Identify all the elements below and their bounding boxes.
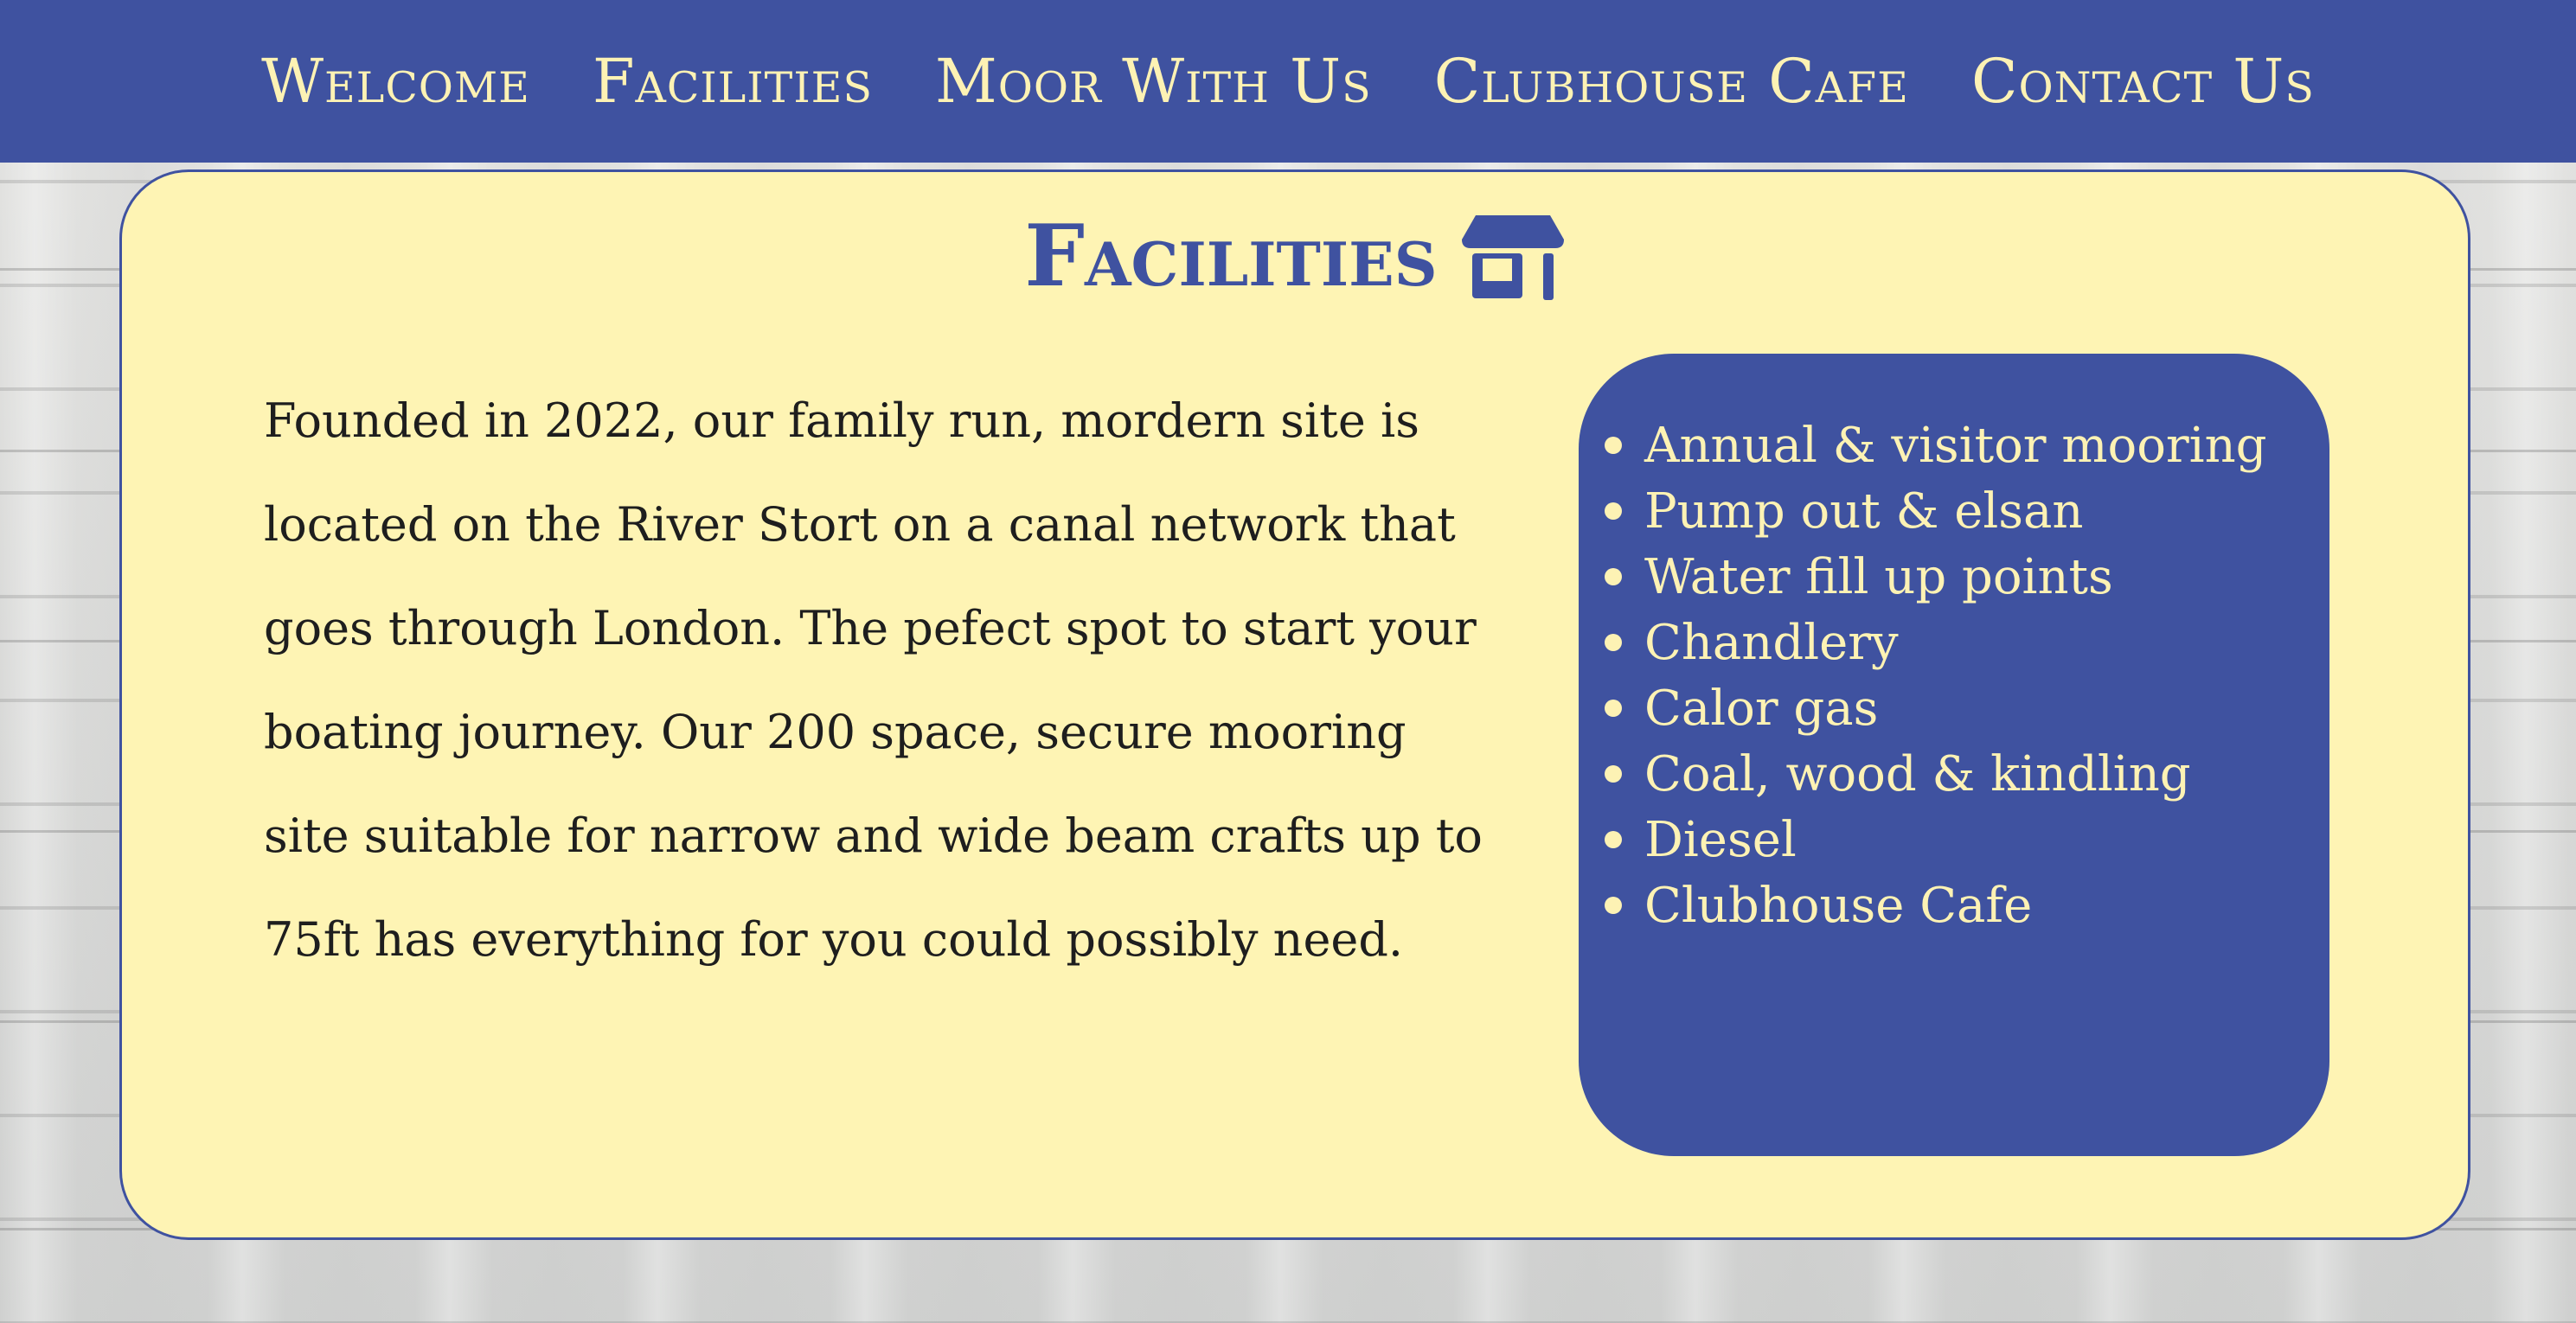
list-item-label: Diesel — [1644, 811, 1797, 868]
facilities-list-box: Annual & visitor mooring Pump out & elsa… — [1579, 354, 2329, 1156]
nav-link-clubhouse-cafe[interactable]: Clubhouse Cafe — [1434, 51, 1909, 112]
list-item: Water fill up points — [1605, 544, 2304, 610]
list-item-label: Coal, wood & kindling — [1644, 745, 2191, 802]
bullet-icon — [1605, 437, 1622, 454]
facilities-card: Facilities Founded in 2022, our family r… — [119, 169, 2470, 1240]
list-item-label: Clubhouse Cafe — [1644, 877, 2033, 934]
page-title: Facilities — [1024, 207, 1438, 306]
list-item-label: Pump out & elsan — [1644, 483, 2084, 540]
facilities-description: Founded in 2022, our family run, mordern… — [264, 393, 1483, 967]
list-item: Annual & visitor mooring — [1605, 412, 2304, 478]
bullet-icon — [1605, 634, 1622, 651]
list-item: Diesel — [1605, 807, 2304, 872]
nav-link-facilities[interactable]: Facilities — [593, 51, 873, 112]
list-item-label: Calor gas — [1644, 680, 1879, 737]
bullet-icon — [1605, 568, 1622, 585]
nav-link-contact-us[interactable]: Contact Us — [1971, 51, 2315, 112]
nav-link-welcome[interactable]: Welcome — [261, 51, 530, 112]
bullet-icon — [1605, 831, 1622, 848]
list-item-label: Annual & visitor mooring — [1644, 417, 2267, 474]
list-item-label: Water fill up points — [1644, 548, 2113, 605]
list-item: Clubhouse Cafe — [1605, 872, 2304, 938]
list-item: Coal, wood & kindling — [1605, 741, 2304, 807]
top-navigation: Welcome Facilities Moor With Us Clubhous… — [0, 0, 2576, 163]
bullet-icon — [1605, 502, 1622, 520]
list-item-label: Chandlery — [1644, 614, 1899, 671]
list-item: Pump out & elsan — [1605, 478, 2304, 544]
list-item: Chandlery — [1605, 610, 2304, 675]
facilities-list: Annual & visitor mooring Pump out & elsa… — [1605, 412, 2304, 938]
nav-link-moor-with-us[interactable]: Moor With Us — [935, 51, 1372, 112]
bullet-icon — [1605, 700, 1622, 717]
bullet-icon — [1605, 765, 1622, 783]
store-icon — [1460, 214, 1566, 300]
list-item: Calor gas — [1605, 675, 2304, 741]
bullet-icon — [1605, 897, 1622, 914]
facilities-heading: Facilities — [122, 214, 2468, 300]
